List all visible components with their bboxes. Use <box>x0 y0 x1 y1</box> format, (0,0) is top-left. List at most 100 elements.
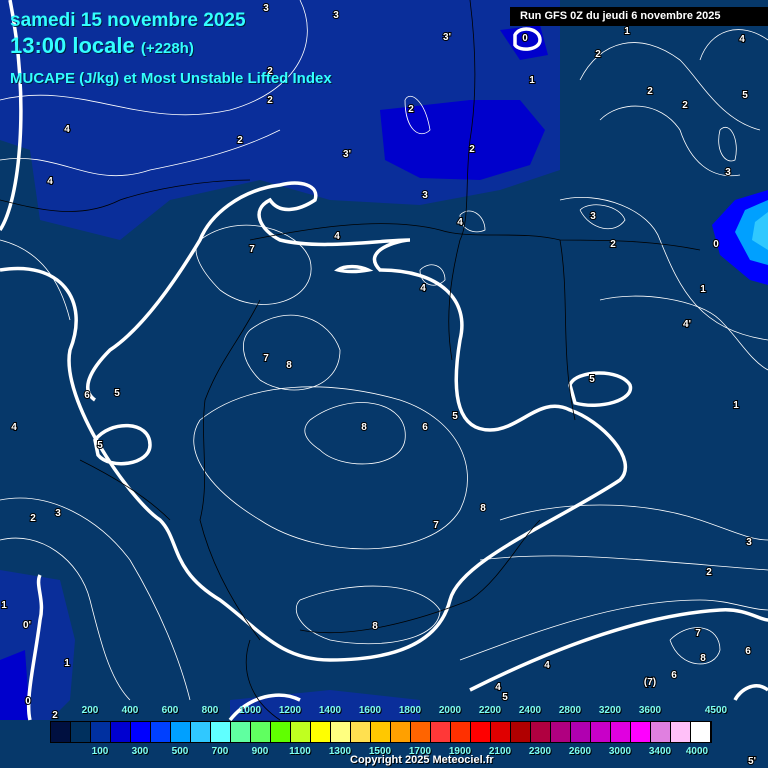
forecast-hour: 13:00 locale <box>10 33 135 58</box>
contour-label: 6 <box>745 646 751 657</box>
legend-swatch <box>571 722 591 742</box>
contour-label: 2 <box>237 135 243 146</box>
contour-label: 4' <box>683 319 691 330</box>
contour-label: 5 <box>502 692 508 703</box>
contour-label: 0 <box>522 33 528 44</box>
legend-swatch <box>151 722 171 742</box>
forecast-date: samedi 15 novembre 2025 <box>10 10 246 31</box>
contour-label: 1 <box>529 75 535 86</box>
contour-label: 3 <box>422 190 428 201</box>
legend-label: 1200 <box>278 705 302 716</box>
legend-swatch <box>551 722 571 742</box>
legend-swatch <box>431 722 451 742</box>
legend-swatch <box>171 722 191 742</box>
legend-label: 1100 <box>289 746 311 757</box>
contour-label: 3 <box>333 10 339 21</box>
legend-label: 1300 <box>328 746 352 757</box>
contour-label: 1 <box>64 658 70 669</box>
legend-swatch <box>371 722 391 742</box>
contour-label: 2 <box>469 144 475 155</box>
legend-swatch <box>131 722 151 742</box>
legend-swatch <box>351 722 371 742</box>
contour-label: 4 <box>47 176 53 187</box>
contour-label: 2 <box>595 49 601 60</box>
contour-label: 3 <box>746 537 752 548</box>
legend-swatch <box>611 722 631 742</box>
contour-label: 7 <box>695 628 701 639</box>
legend-label: 4000 <box>685 746 709 757</box>
contour-label: 4 <box>544 660 550 671</box>
legend-label: 2800 <box>558 705 582 716</box>
parameter-title: MUCAPE (J/kg) et Most Unstable Lifted In… <box>10 70 332 87</box>
contour-label: 7 <box>433 520 439 531</box>
contour-label: 6 <box>84 390 90 401</box>
legend-label: 4500 <box>704 705 728 716</box>
cape-color-scale <box>50 721 712 743</box>
contour-label: 4 <box>739 34 745 45</box>
legend-swatch <box>411 722 431 742</box>
run-info: Run GFS 0Z du jeudi 6 novembre 2025 <box>510 7 768 26</box>
contour-label: 7 <box>249 244 255 255</box>
contour-label: 5 <box>742 90 748 101</box>
contour-label: 4 <box>11 422 17 433</box>
legend-swatch <box>251 722 271 742</box>
contour-label: 4 <box>457 217 463 228</box>
contour-label: 8 <box>372 621 378 632</box>
legend-swatch <box>271 722 291 742</box>
contour-label: 2 <box>682 100 688 111</box>
contour-label: 1 <box>1 600 7 611</box>
contour-label: 0' <box>23 620 31 631</box>
contour-label: 5 <box>97 440 103 451</box>
legend-swatch <box>231 722 251 742</box>
contour-label: (7) <box>644 677 656 688</box>
legend-label: 200 <box>81 705 99 716</box>
cape-map-canvas: 333' 01245422223' 2122343474432104'786 554 8… <box>0 0 768 768</box>
legend-swatch <box>71 722 91 742</box>
contour-label: 3' <box>343 149 351 160</box>
contour-label: 6 <box>671 670 677 681</box>
legend-label: 2600 <box>568 746 592 757</box>
legend-label: 400 <box>121 705 139 716</box>
legend-swatch <box>391 722 411 742</box>
forecast-time: 13:00 locale (+228h) <box>10 33 194 59</box>
legend-swatch <box>111 722 131 742</box>
contour-label: 4 <box>420 283 426 294</box>
legend-swatch <box>631 722 651 742</box>
legend-label: 1800 <box>398 705 422 716</box>
contour-label: 2 <box>610 239 616 250</box>
legend-label: 3000 <box>608 746 632 757</box>
legend-label: 1000 <box>238 705 262 716</box>
legend-label: 3600 <box>638 705 662 716</box>
legend-swatch <box>671 722 691 742</box>
legend-label: 2400 <box>518 705 542 716</box>
legend-swatch <box>331 722 351 742</box>
legend-label: 1700 <box>408 746 432 757</box>
legend-swatch <box>651 722 671 742</box>
legend-swatch <box>511 722 531 742</box>
contour-label: 5' <box>748 756 756 767</box>
contour-label: 3 <box>725 167 731 178</box>
contour-label: 7 <box>263 353 269 364</box>
contour-label: 8 <box>286 360 292 371</box>
contour-label: 2 <box>30 513 36 524</box>
legend-swatch <box>491 722 511 742</box>
legend-swatch <box>91 722 111 742</box>
contour-label: 1 <box>733 400 739 411</box>
legend-swatch <box>451 722 471 742</box>
contour-label: 0 <box>25 696 31 707</box>
legend-swatch <box>591 722 611 742</box>
legend-label: 500 <box>171 746 189 757</box>
contour-label: 4 <box>64 124 70 135</box>
legend-swatch <box>191 722 211 742</box>
legend-label: 800 <box>201 705 219 716</box>
legend-label: 700 <box>211 746 229 757</box>
lead-time: (+228h) <box>140 40 194 57</box>
legend-swatch <box>211 722 231 742</box>
legend-label: 2200 <box>478 705 502 716</box>
contour-label: 3' <box>443 32 451 43</box>
contour-label: 1 <box>624 26 630 37</box>
contour-label: 4 <box>495 682 501 693</box>
legend-label: 600 <box>161 705 179 716</box>
contour-label: 8 <box>361 422 367 433</box>
legend-label: 100 <box>91 746 109 757</box>
